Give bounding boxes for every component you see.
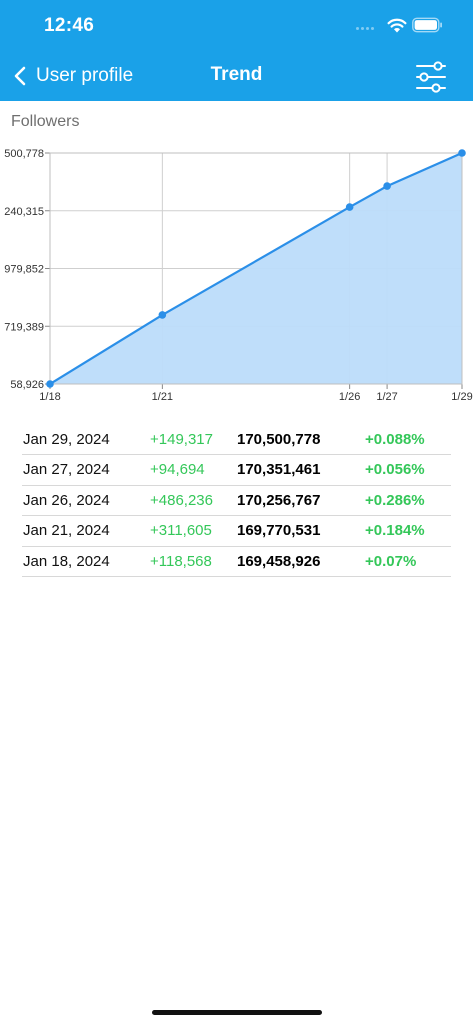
battery-icon [412,17,442,33]
x-tick-label: 1/18 [39,391,60,403]
row-change: +118,568 [150,552,212,570]
table-row: Jan 18, 2024 +118,568 169,458,926 +0.07% [22,547,451,577]
y-tick-label: 58,926 [10,379,44,391]
x-tick-label: 1/29 [451,391,472,403]
data-point [345,203,354,211]
table-row: Jan 29, 2024 +149,317 170,500,778 +0.088% [22,425,451,456]
row-percent: +0.286% [365,491,425,509]
back-button[interactable]: User profile [12,62,133,90]
nav-header: 12:46 User profile Trend [0,0,473,101]
y-tick-label: 979,852 [4,264,44,276]
row-change: +149,317 [150,431,213,448]
wifi-icon [387,18,407,33]
data-point [46,380,54,388]
data-point [458,149,466,157]
row-percent: +0.056% [365,461,425,479]
table-row: Jan 21, 2024 +311,605 169,770,531 +0.184% [22,516,451,547]
table-row: Jan 27, 2024 +94,694 170,351,461 +0.056% [22,455,451,486]
row-change: +94,694 [150,461,205,479]
row-change: +486,236 [150,491,213,509]
row-percent: +0.07% [365,552,417,570]
row-date: Jan 27, 2024 [23,461,110,479]
row-total: 170,351,461 [237,461,321,479]
row-percent: +0.184% [365,522,425,540]
row-total: 169,458,926 [237,552,321,570]
row-date: Jan 29, 2024 [23,431,110,448]
followers-history-table: Jan 29, 2024 +149,317 170,500,778 +0.088% Ja… [22,425,451,577]
filter-settings-icon[interactable] [414,60,448,94]
y-tick-label: 240,315 [4,206,44,218]
row-total: 169,770,531 [237,522,321,540]
home-indicator[interactable] [152,1010,322,1015]
section-label-followers: Followers [11,113,80,130]
table-row: Jan 26, 2024 +486,236 170,256,767 +0.286% [22,486,451,517]
row-total: 170,500,778 [237,431,321,448]
back-button-label: User profile [36,65,134,86]
row-total: 170,256,767 [237,491,321,509]
data-point [383,182,391,190]
y-tick-label: 500,778 [4,148,44,160]
x-tick-label: 1/21 [152,391,173,403]
row-change: +311,605 [150,522,212,540]
y-tick-label: 719,389 [4,321,44,333]
row-date: Jan 26, 2024 [23,491,110,509]
status-time: 12:46 [44,15,95,36]
data-point [158,311,167,319]
row-date: Jan 21, 2024 [23,522,110,540]
chevron-left-icon [14,66,26,86]
x-tick-label: 1/26 [339,391,360,403]
row-percent: +0.088% [365,431,425,448]
cellular-signal-icon [356,27,380,31]
followers-trend-chart: 58,926 719,389 979,852 240,315 500,778 1/18 1/… [4,148,472,403]
row-date: Jan 18, 2024 [23,552,110,570]
x-tick-label: 1/27 [376,391,397,403]
